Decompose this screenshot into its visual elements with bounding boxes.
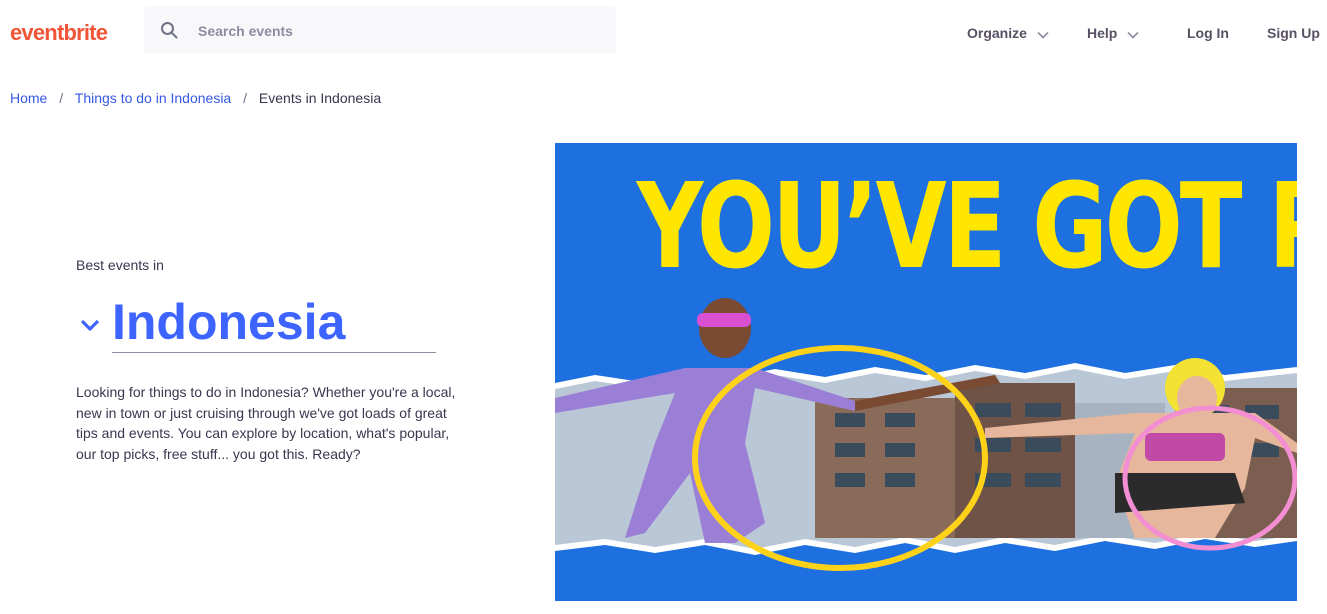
nav-organize-label: Organize bbox=[967, 25, 1027, 41]
site-header: eventbrite Organize Help Log In Sign Up bbox=[0, 0, 1327, 66]
location-dropdown-icon[interactable] bbox=[80, 318, 100, 332]
hero-kicker: Best events in bbox=[76, 257, 164, 273]
location-underline bbox=[112, 352, 436, 353]
search-bar[interactable] bbox=[144, 6, 616, 54]
search-input[interactable] bbox=[196, 18, 600, 44]
breadcrumb-things-to-do[interactable]: Things to do in Indonesia bbox=[75, 90, 231, 106]
eventbrite-logo[interactable]: eventbrite bbox=[10, 20, 108, 46]
nav-help-label: Help bbox=[1087, 25, 1118, 41]
breadcrumb-separator: / bbox=[243, 90, 248, 106]
nav-organize[interactable]: Organize bbox=[967, 25, 1049, 41]
breadcrumb-separator: / bbox=[59, 90, 64, 106]
breadcrumb-current: Events in Indonesia bbox=[258, 90, 382, 106]
signup-link[interactable]: Sign Up bbox=[1267, 25, 1320, 41]
login-link[interactable]: Log In bbox=[1187, 25, 1229, 41]
location-name[interactable]: Indonesia bbox=[112, 292, 345, 352]
search-icon bbox=[161, 22, 178, 39]
hero-headline: YOU’VE GOT PLANS bbox=[636, 157, 1297, 295]
breadcrumb: Home / Things to do in Indonesia / Event… bbox=[10, 90, 381, 106]
nav-help[interactable]: Help bbox=[1087, 25, 1139, 41]
breadcrumb-home[interactable]: Home bbox=[10, 90, 47, 106]
hero-banner-image: YOU’VE GOT PLANS bbox=[555, 143, 1297, 601]
chevron-down-icon bbox=[1037, 31, 1049, 39]
chevron-down-icon bbox=[1127, 31, 1139, 39]
hero-description: Looking for things to do in Indonesia? W… bbox=[76, 384, 456, 462]
location-selector[interactable]: Indonesia bbox=[76, 290, 436, 354]
